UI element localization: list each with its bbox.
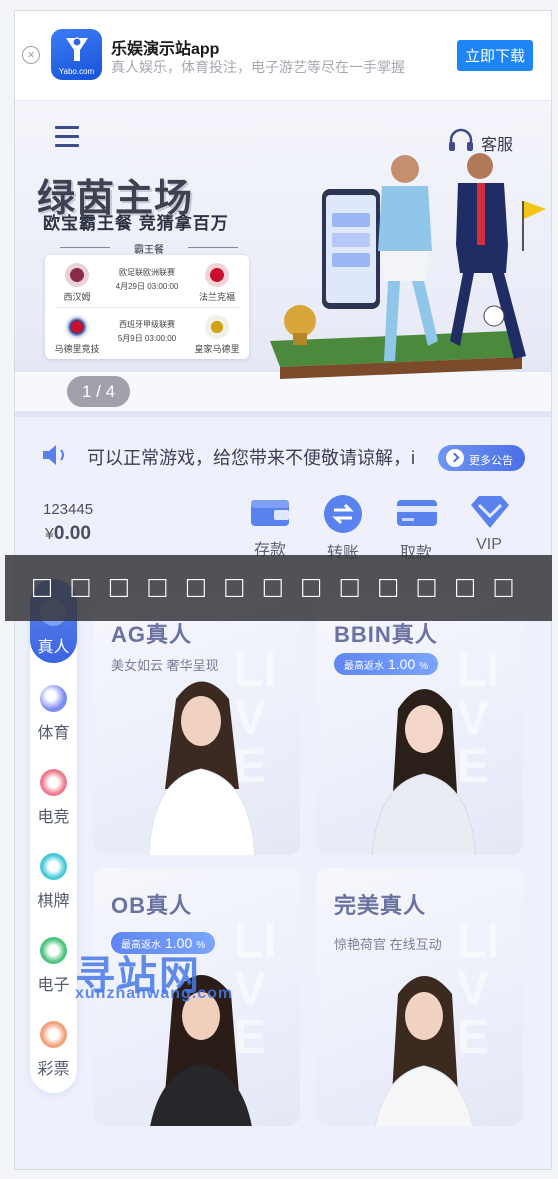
away-team: 皇家马德里 <box>194 344 240 354</box>
category-cards[interactable]: 棋牌 <box>30 833 77 917</box>
home-team: 马德里竞技 <box>54 344 100 354</box>
notice-text[interactable]: 可以正常游戏，给您带来不便敬请谅解，i <box>87 444 421 470</box>
card-icon <box>397 500 437 526</box>
speaker-icon <box>43 445 64 465</box>
more-announcements-label: 更多公告 <box>469 455 513 467</box>
category-label: 电竞 <box>37 809 70 826</box>
app-logo: Yabo.com <box>51 29 102 80</box>
team-crest-icon <box>65 315 89 339</box>
game-title: AG真人 <box>111 622 193 647</box>
game-title: BBIN真人 <box>334 622 438 647</box>
sports-icon <box>40 685 67 712</box>
currency-symbol: ¥ <box>45 526 54 543</box>
wallet-icon <box>251 500 289 526</box>
category-sidebar: 真人 体育 电竞 棋牌 电子 彩票 <box>30 579 77 1093</box>
category-label: 棋牌 <box>37 893 70 910</box>
app-logo-text: Yabo.com <box>58 67 95 76</box>
category-label: 真人 <box>37 639 70 656</box>
category-slots[interactable]: 电子 <box>30 917 77 1001</box>
category-label: 电子 <box>37 977 70 994</box>
balance-amount: 0.00 <box>53 523 91 544</box>
app-slogan: 真人娱乐，体育投注，电子游艺等尽在一手掌握 <box>111 59 405 75</box>
notice-bar: 可以正常游戏，给您带来不便敬请谅解，i 更多公告 <box>15 417 551 499</box>
category-esports[interactable]: 电竞 <box>30 749 77 833</box>
match-time: 5月9日 03:00:00 <box>117 334 177 343</box>
account-id: 123445 <box>43 501 94 518</box>
category-label: 彩票 <box>37 1061 70 1078</box>
match-league: 欧足联欧洲联赛 <box>119 268 175 277</box>
match-card: 西汉姆 欧足联欧洲联赛 4月29日 03:00:00 法兰克福 马德里竞技 西班… <box>45 255 249 359</box>
esports-icon <box>40 769 67 796</box>
category-sports[interactable]: 体育 <box>30 665 77 749</box>
promo-banner[interactable]: 客服 绿茵主场 欧宝霸王餐 竞猜拿百万 霸王餐 西汉姆 欧足联欧洲联赛 4月29… <box>15 101 551 417</box>
close-icon[interactable]: × <box>22 46 40 64</box>
wallet-panel: 123445 ¥0.00 存款 转账 取款 VIP <box>15 495 551 562</box>
divider <box>55 307 239 308</box>
transfer-button[interactable]: 转账 <box>313 494 373 562</box>
banner-pager: 1 / 4 <box>67 376 130 407</box>
app-logo-icon <box>66 37 88 61</box>
away-team: 法兰克福 <box>198 292 235 302</box>
vip-label: VIP <box>476 536 502 553</box>
team-crest-icon <box>205 263 229 287</box>
game-title: OB真人 <box>111 893 193 918</box>
match-row: 西汉姆 欧足联欧洲联赛 4月29日 03:00:00 法兰克福 <box>45 257 249 307</box>
banner-illustration <box>270 153 546 379</box>
toast-overlay: □ □ □ □ □ □ □ □ □ □ □ □ □ <box>5 555 552 621</box>
game-card-bbin[interactable]: LIVE BBIN真人 最高返水 1.00% <box>316 597 523 855</box>
dealer-image <box>374 976 474 1126</box>
more-announcements-button[interactable]: 更多公告 <box>438 445 525 471</box>
arrow-right-icon <box>446 449 464 467</box>
site-watermark-url: xunzhanwang.com <box>75 985 234 1002</box>
withdraw-button[interactable]: 取款 <box>386 494 446 562</box>
game-tagline: 惊艳荷官 在线互动 <box>334 937 442 952</box>
dealer-image <box>371 689 477 855</box>
match-time: 4月29日 03:00:00 <box>115 282 179 291</box>
deposit-button[interactable]: 存款 <box>240 494 300 559</box>
match-row: 马德里竞技 西班牙甲级联赛 5月9日 03:00:00 皇家马德里 <box>45 309 249 359</box>
transfer-icon <box>324 495 362 533</box>
match-header: 霸王餐 <box>60 241 238 256</box>
banner-subtitle: 欧宝霸王餐 竞猜拿百万 <box>43 214 229 233</box>
site-watermark: 寻站网 xunzhanwang.com <box>75 943 232 1002</box>
cards-icon <box>40 853 67 880</box>
match-league: 西班牙甲级联赛 <box>119 320 175 329</box>
vip-button[interactable]: VIP <box>459 494 519 558</box>
app-name: 乐娱演示站app <box>111 41 220 58</box>
slots-icon <box>40 937 67 964</box>
game-card-ag[interactable]: LIVE AG真人 美女如云 奢华呈现 <box>93 597 300 855</box>
team-crest-icon <box>205 315 229 339</box>
balance: ¥0.00 <box>45 523 91 545</box>
dealer-image <box>148 681 256 855</box>
download-button[interactable]: 立即下载 <box>457 40 533 71</box>
hamburger-menu-icon[interactable] <box>55 126 79 150</box>
home-team: 西汉姆 <box>63 292 91 302</box>
diamond-icon <box>471 496 509 528</box>
category-label: 体育 <box>37 725 70 742</box>
game-title: 完美真人 <box>334 893 427 918</box>
team-crest-icon <box>65 263 89 287</box>
lottery-icon <box>40 1021 67 1048</box>
category-lottery[interactable]: 彩票 <box>30 1001 77 1085</box>
download-bar: × Yabo.com 乐娱演示站app 真人娱乐，体育投注，电子游艺等尽在一手掌… <box>15 11 551 101</box>
game-card-perfect[interactable]: LIVE 完美真人 惊艳荷官 在线互动 <box>316 868 523 1126</box>
